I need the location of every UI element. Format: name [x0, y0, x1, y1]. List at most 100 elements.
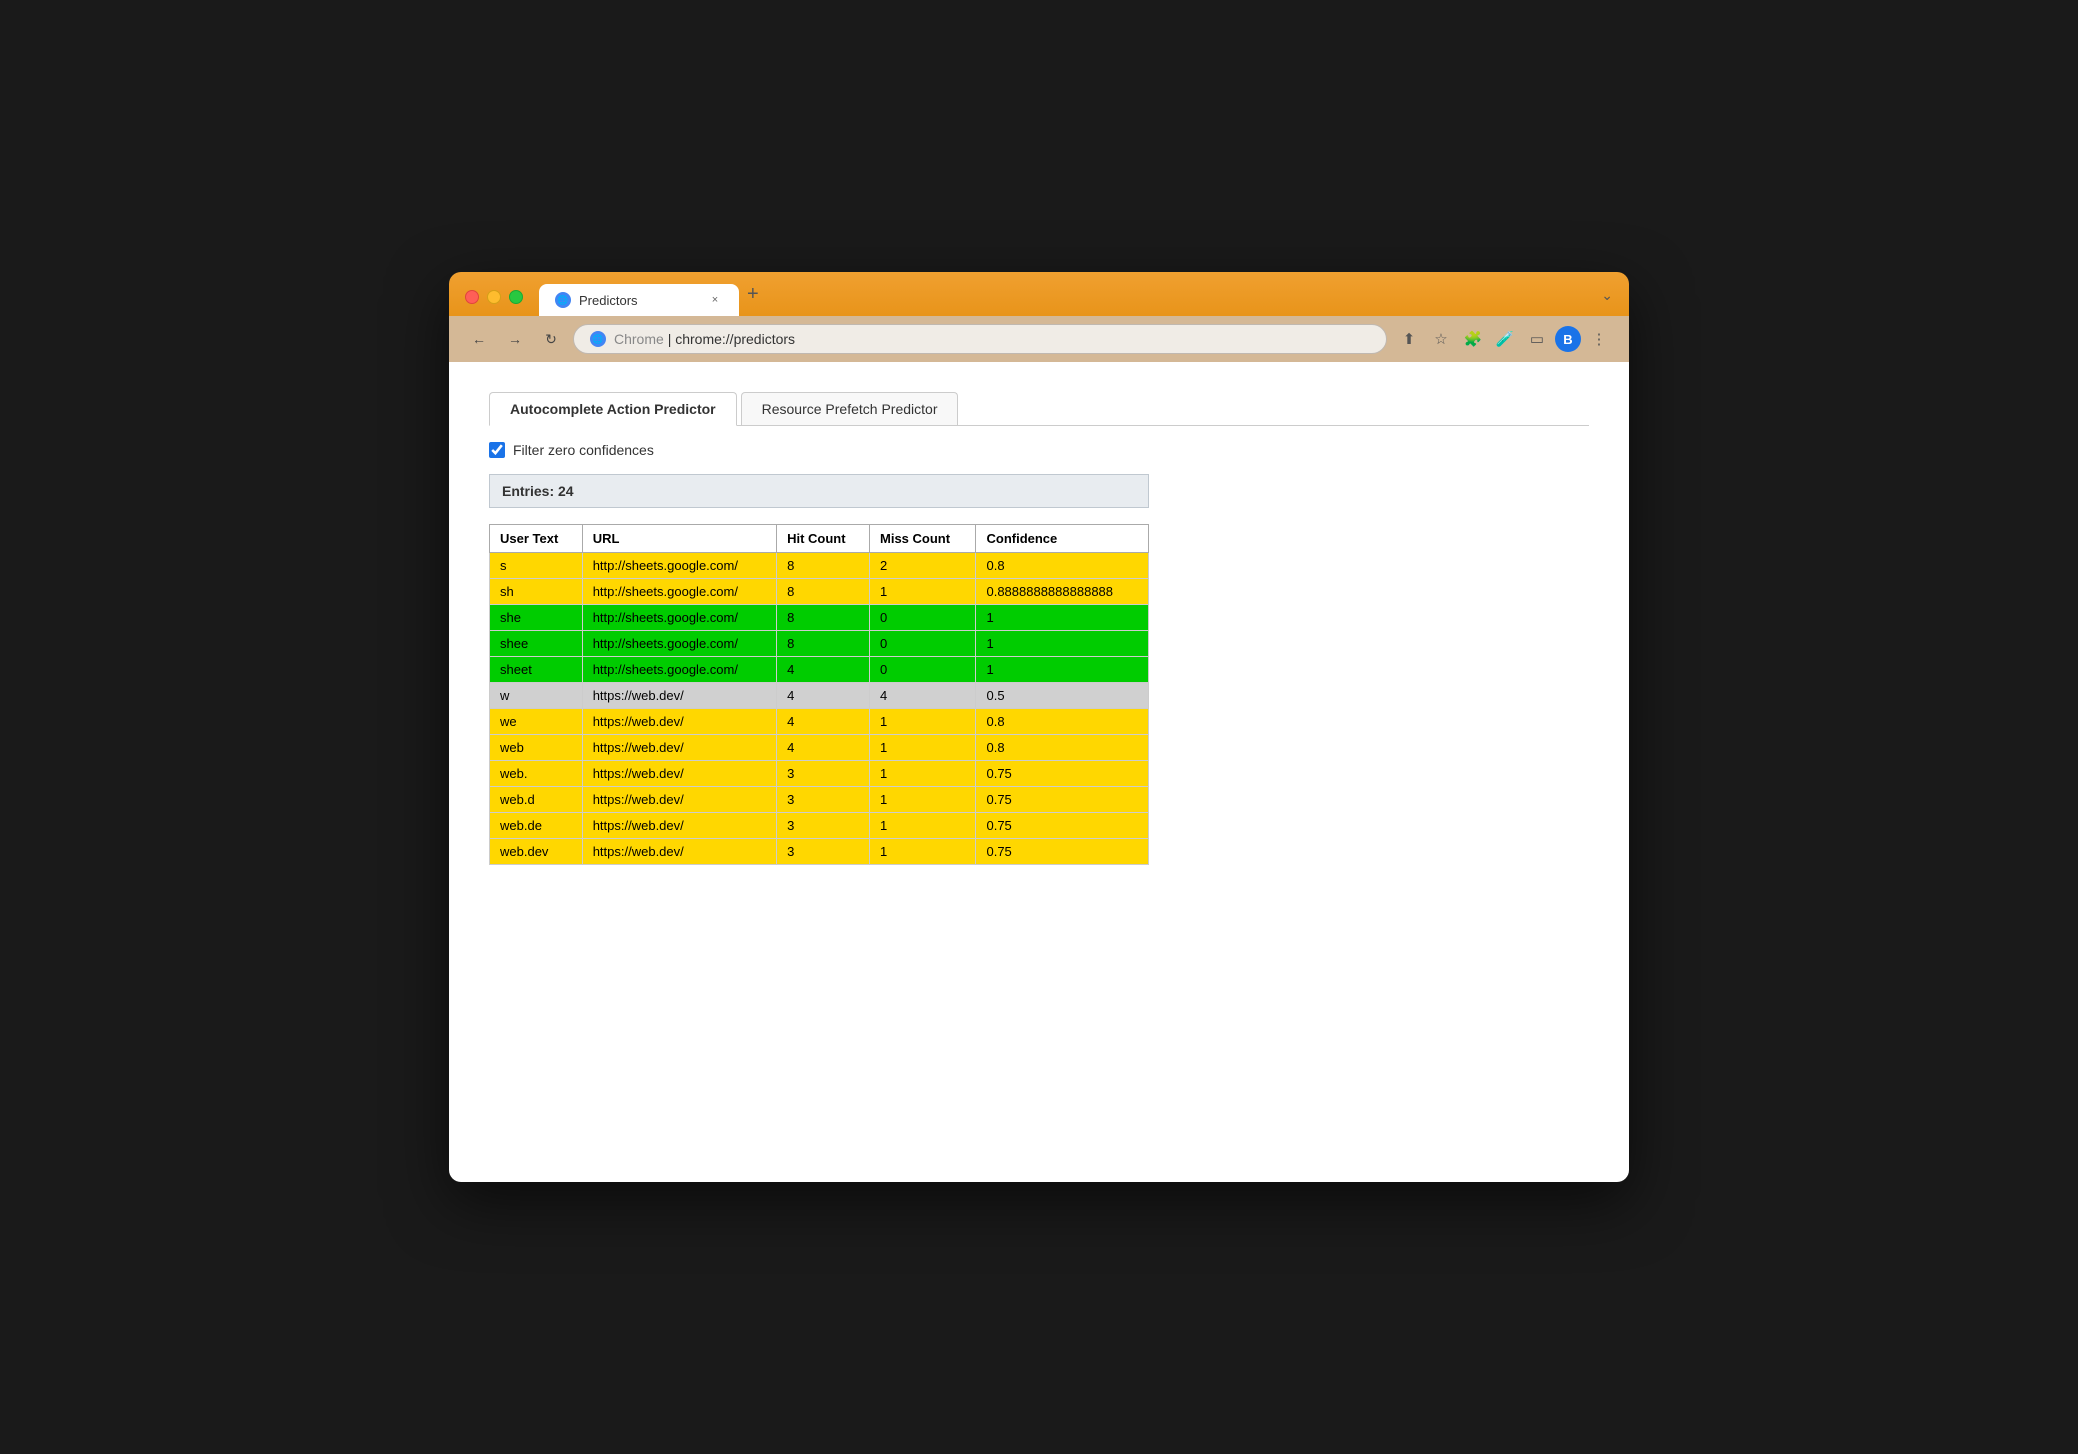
- extensions-button[interactable]: 🧩: [1459, 325, 1487, 353]
- maximize-button[interactable]: [509, 290, 523, 304]
- address-bar[interactable]: 🌐 Chrome | chrome://predictors: [573, 324, 1387, 354]
- cell-miss-count: 1: [870, 787, 976, 813]
- share-button[interactable]: ⬆: [1395, 325, 1423, 353]
- tab-resource-prefetch[interactable]: Resource Prefetch Predictor: [741, 392, 959, 425]
- tab-close-button[interactable]: ×: [707, 292, 723, 308]
- nav-icons: ⬆ ☆ 🧩 🧪 ▭ B ⋮: [1395, 325, 1613, 353]
- col-header-miss-count: Miss Count: [870, 525, 976, 553]
- chrome-labs-button[interactable]: 🧪: [1491, 325, 1519, 353]
- cell-user-text: w: [490, 683, 583, 709]
- cell-miss-count: 1: [870, 579, 976, 605]
- new-tab-button[interactable]: +: [739, 284, 767, 316]
- profile-button[interactable]: B: [1555, 326, 1581, 352]
- cell-user-text: sheet: [490, 657, 583, 683]
- cell-miss-count: 0: [870, 605, 976, 631]
- table-row: shehttp://sheets.google.com/801: [490, 605, 1149, 631]
- table-row: shhttp://sheets.google.com/810.888888888…: [490, 579, 1149, 605]
- table-row: shttp://sheets.google.com/820.8: [490, 553, 1149, 579]
- tab-favicon: 🌐: [555, 292, 571, 308]
- col-header-user-text: User Text: [490, 525, 583, 553]
- cell-miss-count: 2: [870, 553, 976, 579]
- cell-confidence: 1: [976, 657, 1149, 683]
- filter-checkbox[interactable]: [489, 442, 505, 458]
- cell-url: https://web.dev/: [582, 813, 776, 839]
- sidebar-button[interactable]: ▭: [1523, 325, 1551, 353]
- cell-url: https://web.dev/: [582, 787, 776, 813]
- cell-user-text: web: [490, 735, 583, 761]
- table-row: webhttps://web.dev/410.8: [490, 735, 1149, 761]
- cell-hit-count: 8: [777, 553, 870, 579]
- filter-row: Filter zero confidences: [489, 442, 1589, 458]
- tab-bar: 🌐 Predictors × + ⌄: [539, 284, 1613, 316]
- cell-hit-count: 8: [777, 631, 870, 657]
- bookmark-button[interactable]: ☆: [1427, 325, 1455, 353]
- cell-hit-count: 3: [777, 787, 870, 813]
- forward-button[interactable]: →: [501, 325, 529, 353]
- cell-url: http://sheets.google.com/: [582, 553, 776, 579]
- back-button[interactable]: ←: [465, 325, 493, 353]
- cell-url: http://sheets.google.com/: [582, 657, 776, 683]
- cell-confidence: 0.5: [976, 683, 1149, 709]
- cell-url: http://sheets.google.com/: [582, 631, 776, 657]
- cell-miss-count: 0: [870, 657, 976, 683]
- close-button[interactable]: [465, 290, 479, 304]
- title-bar: 🌐 Predictors × + ⌄: [449, 272, 1629, 316]
- cell-url: https://web.dev/: [582, 839, 776, 865]
- cell-confidence: 0.75: [976, 813, 1149, 839]
- cell-miss-count: 1: [870, 709, 976, 735]
- tab-chevron-icon[interactable]: ⌄: [1601, 287, 1613, 316]
- cell-user-text: shee: [490, 631, 583, 657]
- data-table: User Text URL Hit Count Miss Count Confi…: [489, 524, 1149, 865]
- table-row: sheehttp://sheets.google.com/801: [490, 631, 1149, 657]
- refresh-button[interactable]: ↻: [537, 325, 565, 353]
- table-row: wehttps://web.dev/410.8: [490, 709, 1149, 735]
- cell-confidence: 0.8: [976, 553, 1149, 579]
- table-row: whttps://web.dev/440.5: [490, 683, 1149, 709]
- nav-bar: ← → ↻ 🌐 Chrome | chrome://predictors ⬆ ☆…: [449, 316, 1629, 362]
- cell-user-text: web.dev: [490, 839, 583, 865]
- cell-user-text: web.: [490, 761, 583, 787]
- cell-confidence: 0.8: [976, 709, 1149, 735]
- table-row: sheethttp://sheets.google.com/401: [490, 657, 1149, 683]
- col-header-confidence: Confidence: [976, 525, 1149, 553]
- table-header-row: User Text URL Hit Count Miss Count Confi…: [490, 525, 1149, 553]
- cell-confidence: 0.8888888888888888: [976, 579, 1149, 605]
- menu-button[interactable]: ⋮: [1585, 325, 1613, 353]
- cell-hit-count: 3: [777, 813, 870, 839]
- filter-label[interactable]: Filter zero confidences: [513, 442, 654, 458]
- cell-confidence: 1: [976, 605, 1149, 631]
- cell-miss-count: 4: [870, 683, 976, 709]
- cell-hit-count: 4: [777, 683, 870, 709]
- cell-miss-count: 1: [870, 839, 976, 865]
- cell-hit-count: 4: [777, 709, 870, 735]
- cell-user-text: web.de: [490, 813, 583, 839]
- cell-hit-count: 8: [777, 579, 870, 605]
- minimize-button[interactable]: [487, 290, 501, 304]
- address-url: chrome://predictors: [675, 331, 795, 347]
- cell-miss-count: 1: [870, 813, 976, 839]
- col-header-hit-count: Hit Count: [777, 525, 870, 553]
- entries-bar: Entries: 24: [489, 474, 1149, 508]
- cell-miss-count: 1: [870, 735, 976, 761]
- cell-user-text: we: [490, 709, 583, 735]
- tab-autocomplete[interactable]: Autocomplete Action Predictor: [489, 392, 737, 426]
- cell-confidence: 1: [976, 631, 1149, 657]
- cell-hit-count: 8: [777, 605, 870, 631]
- cell-miss-count: 1: [870, 761, 976, 787]
- cell-url: http://sheets.google.com/: [582, 605, 776, 631]
- page-content: Autocomplete Action Predictor Resource P…: [449, 362, 1629, 1182]
- cell-hit-count: 4: [777, 657, 870, 683]
- traffic-lights: [465, 290, 523, 316]
- address-label: Chrome | chrome://predictors: [614, 331, 795, 347]
- active-tab[interactable]: 🌐 Predictors ×: [539, 284, 739, 316]
- cell-url: https://web.dev/: [582, 683, 776, 709]
- table-row: web.dehttps://web.dev/310.75: [490, 813, 1149, 839]
- table-row: web.dhttps://web.dev/310.75: [490, 787, 1149, 813]
- cell-confidence: 0.8: [976, 735, 1149, 761]
- cell-hit-count: 4: [777, 735, 870, 761]
- cell-confidence: 0.75: [976, 761, 1149, 787]
- cell-url: https://web.dev/: [582, 761, 776, 787]
- cell-hit-count: 3: [777, 761, 870, 787]
- cell-url: http://sheets.google.com/: [582, 579, 776, 605]
- col-header-url: URL: [582, 525, 776, 553]
